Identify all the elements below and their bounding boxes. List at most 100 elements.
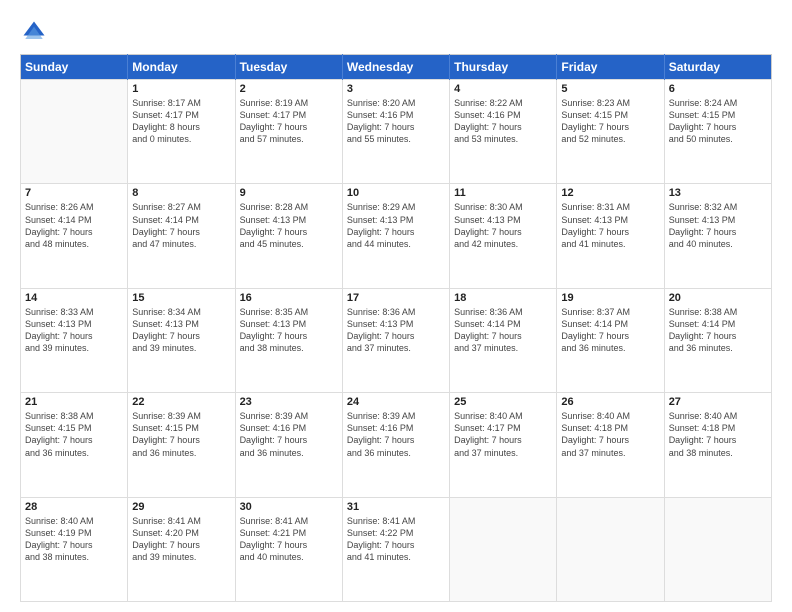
calendar-cell: 7 Sunrise: 8:26 AM Sunset: 4:14 PM Daylig… [21,184,128,288]
day-info: Sunrise: 8:41 AM Sunset: 4:20 PM Dayligh… [132,515,230,564]
calendar-cell: 12 Sunrise: 8:31 AM Sunset: 4:13 PM Dayli… [557,184,664,288]
day-number: 2 [240,83,338,95]
calendar-cell: 26 Sunrise: 8:40 AM Sunset: 4:18 PM Dayli… [557,393,664,497]
day-number: 20 [669,292,767,304]
day-number: 3 [347,83,445,95]
calendar-cell: 17Sunrise: 8:36 AM Sunset: 4:13 PM Dayli… [342,288,449,392]
day-number: 23 [240,396,338,408]
day-info: Sunrise: 8:27 AM Sunset: 4:14 PM Dayligh… [132,201,230,250]
day-info: Sunrise: 8:37 AM Sunset: 4:14 PM Dayligh… [561,306,659,355]
day-info: Sunrise: 8:34 AM Sunset: 4:13 PM Dayligh… [132,306,230,355]
day-number: 21 [25,396,123,408]
weekday-header-tuesday: Tuesday [235,55,342,80]
calendar-cell: 2 Sunrise: 8:19 AM Sunset: 4:17 PM Daylig… [235,80,342,184]
calendar-cell: 27 Sunrise: 8:40 AM Sunset: 4:18 PM Dayli… [664,393,771,497]
day-info: Sunrise: 8:40 AM Sunset: 4:19 PM Dayligh… [25,515,123,564]
calendar-cell [450,497,557,601]
week-row-4: 28 Sunrise: 8:40 AM Sunset: 4:19 PM Dayli… [21,497,772,601]
day-info: Sunrise: 8:24 AM Sunset: 4:15 PM Dayligh… [669,97,767,146]
day-number: 28 [25,501,123,513]
calendar-cell: 29 Sunrise: 8:41 AM Sunset: 4:20 PM Dayli… [128,497,235,601]
calendar-cell: 31 Sunrise: 8:41 AM Sunset: 4:22 PM Dayli… [342,497,449,601]
calendar-cell: 6 Sunrise: 8:24 AM Sunset: 4:15 PM Daylig… [664,80,771,184]
day-number: 9 [240,187,338,199]
calendar-cell [21,80,128,184]
day-info: Sunrise: 8:20 AM Sunset: 4:16 PM Dayligh… [347,97,445,146]
day-number: 12 [561,187,659,199]
day-number: 19 [561,292,659,304]
weekday-header-sunday: Sunday [21,55,128,80]
day-number: 8 [132,187,230,199]
day-info: Sunrise: 8:40 AM Sunset: 4:18 PM Dayligh… [669,410,767,459]
day-number: 30 [240,501,338,513]
page: SundayMondayTuesdayWednesdayThursdayFrid… [0,0,792,612]
day-number: 13 [669,187,767,199]
calendar-cell: 3 Sunrise: 8:20 AM Sunset: 4:16 PM Daylig… [342,80,449,184]
day-info: Sunrise: 8:41 AM Sunset: 4:21 PM Dayligh… [240,515,338,564]
day-info: Sunrise: 8:39 AM Sunset: 4:16 PM Dayligh… [347,410,445,459]
day-info: Sunrise: 8:29 AM Sunset: 4:13 PM Dayligh… [347,201,445,250]
calendar-table: SundayMondayTuesdayWednesdayThursdayFrid… [20,54,772,602]
day-info: Sunrise: 8:19 AM Sunset: 4:17 PM Dayligh… [240,97,338,146]
day-number: 7 [25,187,123,199]
day-info: Sunrise: 8:41 AM Sunset: 4:22 PM Dayligh… [347,515,445,564]
day-info: Sunrise: 8:38 AM Sunset: 4:15 PM Dayligh… [25,410,123,459]
day-info: Sunrise: 8:31 AM Sunset: 4:13 PM Dayligh… [561,201,659,250]
calendar-cell: 14Sunrise: 8:33 AM Sunset: 4:13 PM Dayli… [21,288,128,392]
logo [20,18,52,46]
calendar-cell: 16Sunrise: 8:35 AM Sunset: 4:13 PM Dayli… [235,288,342,392]
calendar-cell: 11 Sunrise: 8:30 AM Sunset: 4:13 PM Dayli… [450,184,557,288]
day-info: Sunrise: 8:40 AM Sunset: 4:18 PM Dayligh… [561,410,659,459]
day-number: 10 [347,187,445,199]
week-row-3: 21 Sunrise: 8:38 AM Sunset: 4:15 PM Dayli… [21,393,772,497]
day-number: 22 [132,396,230,408]
calendar-cell: 19 Sunrise: 8:37 AM Sunset: 4:14 PM Dayli… [557,288,664,392]
weekday-header-wednesday: Wednesday [342,55,449,80]
day-number: 29 [132,501,230,513]
day-number: 27 [669,396,767,408]
day-info: Sunrise: 8:36 AM Sunset: 4:14 PM Dayligh… [454,306,552,355]
day-number: 31 [347,501,445,513]
day-info: Sunrise: 8:28 AM Sunset: 4:13 PM Dayligh… [240,201,338,250]
day-number: 1 [132,83,230,95]
calendar-cell: 10 Sunrise: 8:29 AM Sunset: 4:13 PM Dayli… [342,184,449,288]
day-info: Sunrise: 8:35 AM Sunset: 4:13 PM Dayligh… [240,306,338,355]
calendar-cell: 28 Sunrise: 8:40 AM Sunset: 4:19 PM Dayli… [21,497,128,601]
calendar-cell [664,497,771,601]
calendar-cell: 18 Sunrise: 8:36 AM Sunset: 4:14 PM Dayli… [450,288,557,392]
day-number: 4 [454,83,552,95]
day-info: Sunrise: 8:32 AM Sunset: 4:13 PM Dayligh… [669,201,767,250]
calendar-cell: 1Sunrise: 8:17 AM Sunset: 4:17 PM Daylig… [128,80,235,184]
calendar-cell: 23Sunrise: 8:39 AM Sunset: 4:16 PM Dayli… [235,393,342,497]
day-info: Sunrise: 8:30 AM Sunset: 4:13 PM Dayligh… [454,201,552,250]
day-number: 18 [454,292,552,304]
calendar-cell: 22 Sunrise: 8:39 AM Sunset: 4:15 PM Dayli… [128,393,235,497]
calendar-cell: 15 Sunrise: 8:34 AM Sunset: 4:13 PM Dayli… [128,288,235,392]
day-number: 26 [561,396,659,408]
day-info: Sunrise: 8:39 AM Sunset: 4:15 PM Dayligh… [132,410,230,459]
calendar-cell: 13 Sunrise: 8:32 AM Sunset: 4:13 PM Dayli… [664,184,771,288]
day-number: 15 [132,292,230,304]
calendar-cell: 20 Sunrise: 8:38 AM Sunset: 4:14 PM Dayli… [664,288,771,392]
day-number: 6 [669,83,767,95]
calendar-cell: 8 Sunrise: 8:27 AM Sunset: 4:14 PM Daylig… [128,184,235,288]
weekday-header-saturday: Saturday [664,55,771,80]
calendar-cell [557,497,664,601]
calendar-cell: 24 Sunrise: 8:39 AM Sunset: 4:16 PM Dayli… [342,393,449,497]
calendar-cell: 30 Sunrise: 8:41 AM Sunset: 4:21 PM Dayli… [235,497,342,601]
day-info: Sunrise: 8:22 AM Sunset: 4:16 PM Dayligh… [454,97,552,146]
logo-icon [20,18,48,46]
day-number: 5 [561,83,659,95]
day-number: 25 [454,396,552,408]
weekday-header-thursday: Thursday [450,55,557,80]
day-info: Sunrise: 8:26 AM Sunset: 4:14 PM Dayligh… [25,201,123,250]
weekday-header-friday: Friday [557,55,664,80]
day-info: Sunrise: 8:40 AM Sunset: 4:17 PM Dayligh… [454,410,552,459]
calendar-cell: 21 Sunrise: 8:38 AM Sunset: 4:15 PM Dayli… [21,393,128,497]
week-row-2: 14Sunrise: 8:33 AM Sunset: 4:13 PM Dayli… [21,288,772,392]
week-row-1: 7 Sunrise: 8:26 AM Sunset: 4:14 PM Daylig… [21,184,772,288]
day-number: 24 [347,396,445,408]
day-number: 11 [454,187,552,199]
weekday-header-row: SundayMondayTuesdayWednesdayThursdayFrid… [21,55,772,80]
day-info: Sunrise: 8:38 AM Sunset: 4:14 PM Dayligh… [669,306,767,355]
